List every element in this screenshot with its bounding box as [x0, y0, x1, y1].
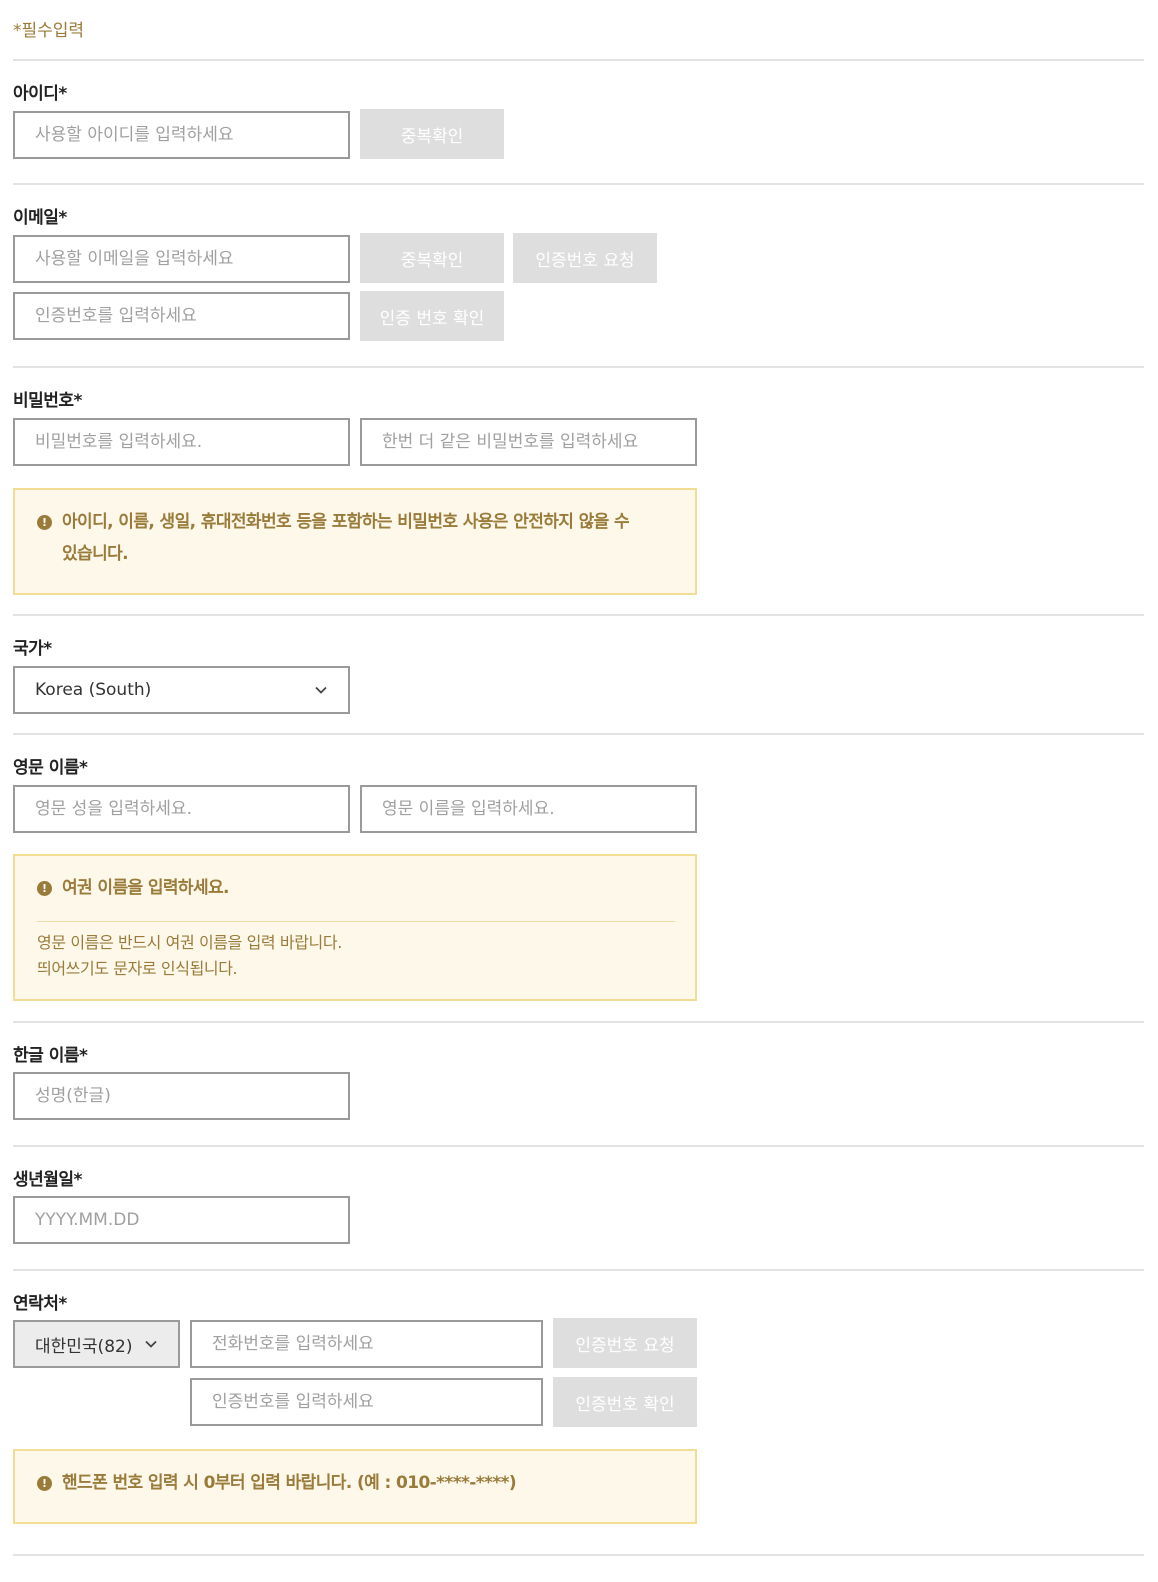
exclamation-circle-icon: ! — [37, 1476, 52, 1491]
country-code-select[interactable]: 대한민국(82) — [13, 1320, 180, 1368]
english-name-label: 영문 이름* — [13, 758, 88, 778]
password-notice-text: 아이디, 이름, 생일, 휴대전화번호 등을 포함하는 비밀번호 사용은 안전하… — [62, 512, 630, 564]
phone-verify-code-button[interactable]: 인증번호 확인 — [553, 1377, 697, 1427]
password-notice: ! 아이디, 이름, 생일, 휴대전화번호 등을 포함하는 비밀번호 사용은 안… — [13, 488, 697, 595]
country-label: 국가* — [13, 639, 52, 659]
notice-separator — [37, 921, 675, 922]
english-name-notice: ! 여권 이름을 입력하세요. 영문 이름은 반드시 여권 이름을 입력 바랍니… — [13, 854, 697, 1001]
email-duplicate-check-button[interactable]: 중복확인 — [360, 233, 504, 283]
divider — [13, 1269, 1144, 1271]
divider — [13, 733, 1144, 735]
english-first-name-input[interactable] — [360, 785, 697, 833]
english-name-notice-title: 여권 이름을 입력하세요. — [62, 878, 230, 898]
required-note: *필수입력 — [13, 21, 85, 41]
divider — [13, 1554, 1144, 1556]
divider — [13, 183, 1144, 185]
phone-input[interactable] — [190, 1320, 543, 1368]
password-confirm-input[interactable] — [360, 418, 697, 466]
country-code-value: 대한민국(82) — [35, 1336, 133, 1357]
divider — [13, 614, 1144, 616]
email-code-input[interactable] — [13, 292, 350, 340]
divider — [13, 1021, 1144, 1023]
email-request-code-button[interactable]: 인증번호 요청 — [513, 233, 657, 283]
english-last-name-input[interactable] — [13, 785, 350, 833]
exclamation-circle-icon: ! — [37, 515, 52, 530]
phone-notice-text: 핸드폰 번호 입력 시 0부터 입력 바랍니다. (예 : 010-****-*… — [62, 1473, 517, 1493]
id-input[interactable] — [13, 111, 350, 159]
divider — [13, 1145, 1144, 1147]
birth-date-label: 생년월일* — [13, 1170, 82, 1190]
chevron-down-icon — [145, 1340, 157, 1348]
country-select[interactable]: Korea (South) — [13, 666, 350, 714]
email-input[interactable] — [13, 235, 350, 283]
password-input[interactable] — [13, 418, 350, 466]
korean-name-input[interactable] — [13, 1072, 350, 1120]
phone-code-input[interactable] — [190, 1378, 543, 1426]
id-duplicate-check-button[interactable]: 중복확인 — [360, 109, 504, 159]
password-label: 비밀번호* — [13, 391, 82, 411]
english-name-notice-line1: 영문 이름은 반드시 여권 이름을 입력 바랍니다. — [37, 933, 342, 952]
country-selected-value: Korea (South) — [35, 680, 152, 700]
phone-request-code-button[interactable]: 인증번호 요청 — [553, 1318, 697, 1368]
birth-date-input[interactable] — [13, 1196, 350, 1244]
divider — [13, 59, 1144, 61]
phone-notice: ! 핸드폰 번호 입력 시 0부터 입력 바랍니다. (예 : 010-****… — [13, 1449, 697, 1524]
email-label: 이메일* — [13, 208, 67, 228]
contact-label: 연락처* — [13, 1294, 67, 1314]
korean-name-label: 한글 이름* — [13, 1046, 88, 1066]
exclamation-circle-icon: ! — [37, 881, 52, 896]
email-verify-code-button[interactable]: 인증 번호 확인 — [360, 291, 504, 341]
english-name-notice-line2: 띄어쓰기도 문자로 인식됩니다. — [37, 959, 238, 978]
divider — [13, 366, 1144, 368]
chevron-down-icon — [315, 686, 327, 694]
id-label: 아이디* — [13, 84, 67, 104]
